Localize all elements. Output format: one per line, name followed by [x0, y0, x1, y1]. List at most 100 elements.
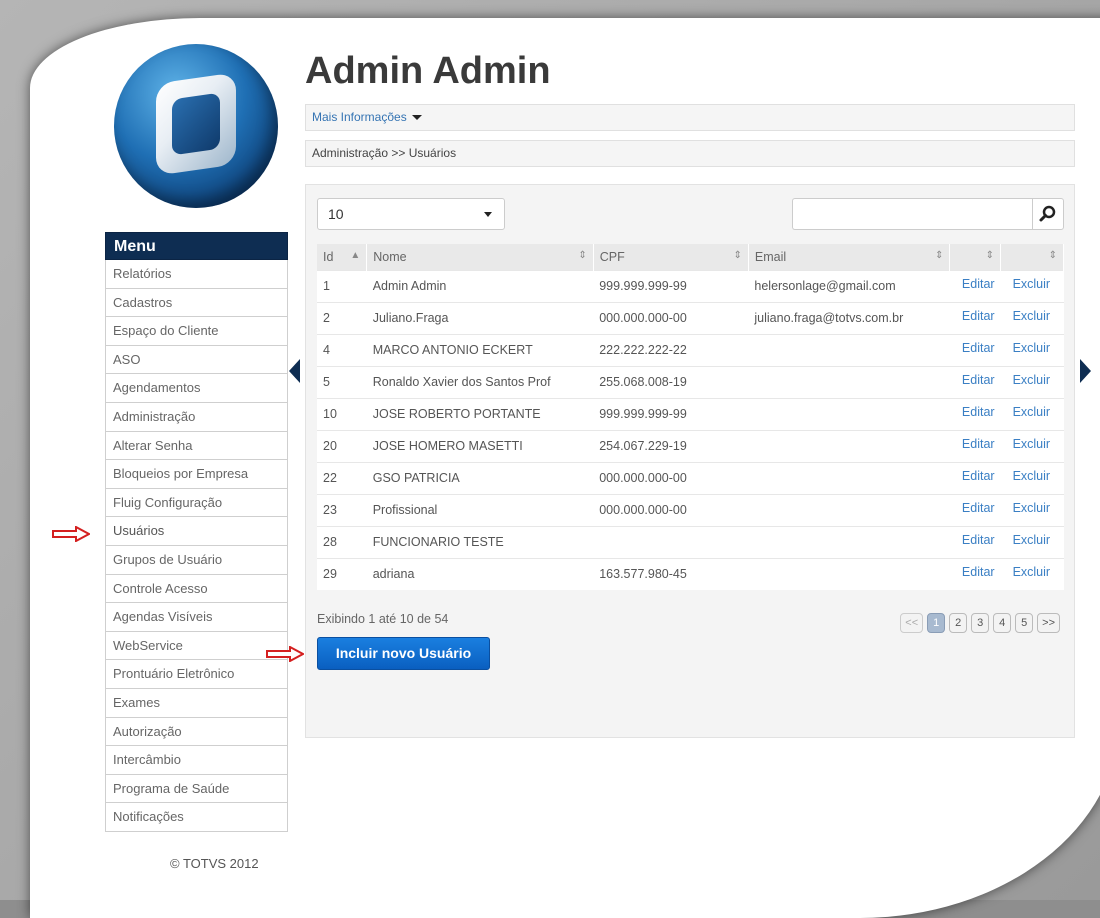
sort-icon: ⇕ — [578, 250, 587, 261]
column-header-edit[interactable]: ⇕ — [949, 244, 1002, 270]
page-size-select[interactable]: 10 — [317, 198, 505, 230]
sidebar-item[interactable]: Controle Acesso — [105, 574, 288, 604]
column-header-cpf[interactable]: CPF ⇕ — [593, 244, 749, 270]
delete-link[interactable]: Excluir — [1013, 341, 1051, 355]
cell-email — [748, 333, 950, 366]
page-button-5[interactable]: 5 — [1015, 613, 1034, 633]
sidebar-item[interactable]: Bloqueios por Empresa — [105, 460, 288, 489]
cell-delete: Excluir — [1000, 397, 1064, 430]
table-row: 4 MARCO ANTONIO ECKERT 222.222.222-22 Edita… — [317, 333, 1064, 366]
edit-link[interactable]: Editar — [962, 565, 995, 579]
cell-nome: adriana — [366, 557, 594, 590]
sidebar-item[interactable]: Cadastros — [105, 288, 288, 318]
delete-link[interactable]: Excluir — [1013, 309, 1051, 323]
sidebar-item[interactable]: Intercâmbio — [105, 746, 288, 775]
cell-edit: Editar — [949, 333, 1001, 366]
cell-id: 23 — [317, 493, 367, 526]
next-page-button[interactable]: >> — [1037, 613, 1060, 633]
sidebar-item[interactable]: Usuários — [105, 517, 288, 546]
edit-link[interactable]: Editar — [962, 533, 995, 547]
edit-link[interactable]: Editar — [962, 373, 995, 387]
cell-nome: Juliano.Fraga — [366, 301, 594, 334]
sidebar-item[interactable]: Autorização — [105, 717, 288, 747]
cell-id: 22 — [317, 461, 367, 494]
cell-delete: Excluir — [1000, 557, 1064, 590]
search-input[interactable] — [792, 198, 1032, 230]
users-table: Id ▲ Nome ⇕ CPF ⇕ Email ⇕ ⇕ ⇕ 1 Admin Admin 99… — [317, 244, 1064, 590]
sidebar-item[interactable]: Grupos de Usuário — [105, 545, 288, 575]
delete-link[interactable]: Excluir — [1013, 469, 1051, 483]
sidebar-item[interactable]: Notificações — [105, 803, 288, 832]
cell-email — [748, 365, 950, 398]
sidebar-item[interactable]: Prontuário Eletrônico — [105, 660, 288, 689]
sort-asc-icon: ▲ — [350, 250, 361, 261]
collapse-left-arrow-icon[interactable] — [289, 359, 300, 383]
column-label: Id — [323, 249, 334, 264]
column-header-id[interactable]: Id ▲ — [317, 244, 368, 270]
menu-title: Menu — [105, 232, 288, 260]
cell-nome: Ronaldo Xavier dos Santos Prof — [366, 365, 594, 398]
page-button-4[interactable]: 4 — [993, 613, 1012, 633]
more-info-dropdown[interactable]: Mais Informações — [305, 104, 1075, 131]
edit-link[interactable]: Editar — [962, 501, 995, 515]
edit-link[interactable]: Editar — [962, 437, 995, 451]
sidebar-item[interactable]: Exames — [105, 688, 288, 718]
edit-link[interactable]: Editar — [962, 277, 995, 291]
delete-link[interactable]: Excluir — [1013, 405, 1051, 419]
cell-nome: Profissional — [366, 493, 594, 526]
cell-delete: Excluir — [1000, 301, 1064, 334]
column-header-email[interactable]: Email ⇕ — [748, 244, 951, 270]
edit-link[interactable]: Editar — [962, 469, 995, 483]
page-title: Admin Admin — [305, 50, 551, 92]
cell-cpf — [593, 525, 749, 558]
sidebar-item[interactable]: Agendamentos — [105, 374, 288, 403]
delete-link[interactable]: Excluir — [1013, 501, 1051, 515]
sort-icon: ⇕ — [935, 250, 944, 261]
cell-edit: Editar — [949, 397, 1001, 430]
sidebar-item[interactable]: Programa de Saúde — [105, 774, 288, 804]
delete-link[interactable]: Excluir — [1013, 277, 1051, 291]
sidebar-item[interactable]: Agendas Visíveis — [105, 603, 288, 632]
cell-email — [748, 525, 950, 558]
table-header-row: Id ▲ Nome ⇕ CPF ⇕ Email ⇕ ⇕ ⇕ — [317, 244, 1064, 270]
delete-link[interactable]: Excluir — [1013, 533, 1051, 547]
expand-right-arrow-icon[interactable] — [1080, 359, 1091, 383]
sort-icon: ⇕ — [733, 250, 742, 261]
sidebar-item[interactable]: Relatórios — [105, 260, 288, 289]
cell-cpf: 254.067.229-19 — [593, 429, 749, 462]
cell-delete: Excluir — [1000, 461, 1064, 494]
sidebar-item[interactable]: Alterar Senha — [105, 431, 288, 461]
delete-link[interactable]: Excluir — [1013, 565, 1051, 579]
column-label: Email — [754, 249, 787, 264]
add-user-button[interactable]: Incluir novo Usuário — [317, 637, 490, 670]
cell-email — [748, 461, 950, 494]
sidebar-item[interactable]: Administração — [105, 402, 288, 432]
sidebar-item[interactable]: Espaço do Cliente — [105, 317, 288, 346]
edit-link[interactable]: Editar — [962, 341, 995, 355]
cell-delete: Excluir — [1000, 333, 1064, 366]
sidebar-item[interactable]: ASO — [105, 345, 288, 375]
search-button[interactable] — [1032, 198, 1064, 230]
edit-link[interactable]: Editar — [962, 309, 995, 323]
cell-delete: Excluir — [1000, 525, 1064, 558]
page-size-value: 10 — [328, 206, 344, 222]
cell-delete: Excluir — [1000, 429, 1064, 462]
cell-nome: GSO PATRICIA — [366, 461, 594, 494]
edit-link[interactable]: Editar — [962, 405, 995, 419]
chevron-down-icon — [484, 212, 492, 217]
page-button-3[interactable]: 3 — [971, 613, 990, 633]
page-button-1[interactable]: 1 — [927, 613, 946, 633]
delete-link[interactable]: Excluir — [1013, 373, 1051, 387]
cell-email: helersonlage@gmail.com — [748, 269, 950, 302]
table-row: 5 Ronaldo Xavier dos Santos Prof 255.068.0… — [317, 365, 1064, 398]
delete-link[interactable]: Excluir — [1013, 437, 1051, 451]
page-button-2[interactable]: 2 — [949, 613, 968, 633]
sidebar-item[interactable]: WebService — [105, 631, 288, 661]
cell-edit: Editar — [949, 461, 1001, 494]
cell-id: 20 — [317, 429, 367, 462]
column-header-delete[interactable]: ⇕ — [1000, 244, 1064, 270]
cell-id: 1 — [317, 269, 367, 302]
prev-page-button[interactable]: << — [900, 613, 924, 633]
sidebar-item[interactable]: Fluig Configuração — [105, 488, 288, 518]
column-header-nome[interactable]: Nome ⇕ — [366, 244, 594, 270]
